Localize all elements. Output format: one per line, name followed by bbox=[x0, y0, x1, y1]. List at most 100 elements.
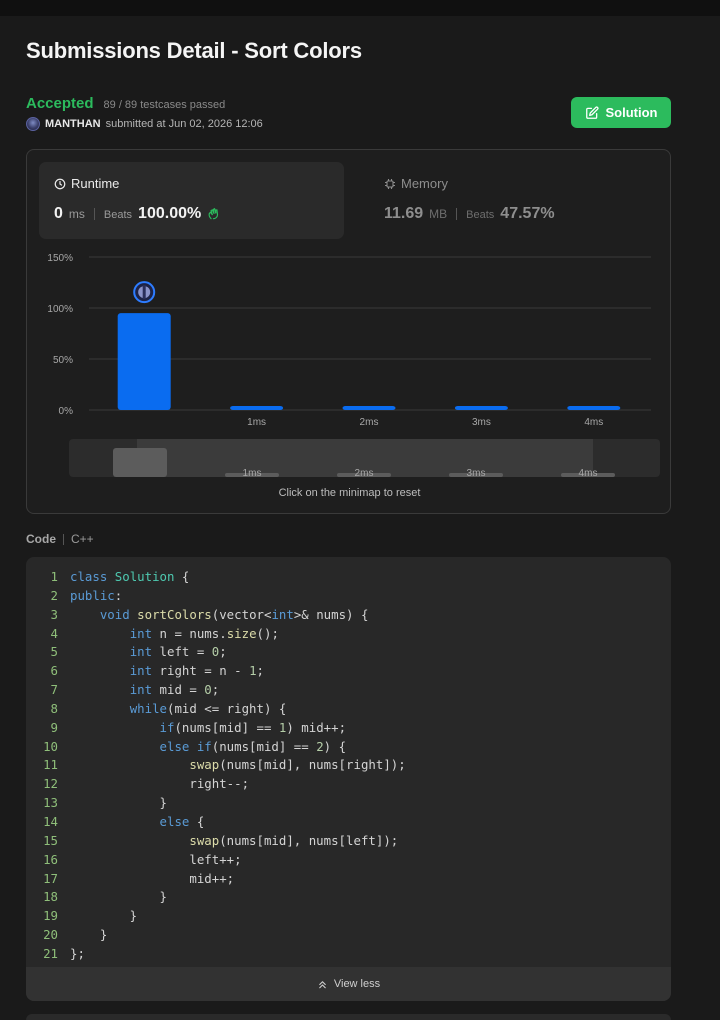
line-number: 7 bbox=[50, 682, 58, 698]
minimap-label: 1ms bbox=[243, 468, 262, 479]
line-number: 1 bbox=[50, 569, 58, 584]
code-text: public: bbox=[70, 587, 123, 603]
submission-status: Accepted 89 / 89 testcases passed bbox=[26, 95, 225, 112]
code-line: 5 int left = 0; bbox=[26, 644, 671, 663]
line-number: 14 bbox=[43, 813, 58, 829]
chip-icon bbox=[385, 178, 395, 189]
runtime-value: 0 bbox=[54, 205, 63, 222]
code-text: } bbox=[70, 795, 167, 811]
code-text: else { bbox=[159, 813, 205, 829]
line-number: 19 bbox=[43, 908, 58, 924]
line-number: 13 bbox=[43, 795, 58, 811]
avatar-figure bbox=[142, 285, 146, 300]
memory-label-row: Memory bbox=[384, 176, 448, 191]
minimap-hint: Click on the minimap to reset bbox=[278, 487, 421, 499]
minimap-bar bbox=[113, 448, 167, 477]
next-section-edge bbox=[26, 1014, 671, 1020]
runtime-label: Runtime bbox=[71, 176, 120, 191]
clapping-hands-icon bbox=[208, 207, 219, 220]
code-line: 4 int n = nums.size(); bbox=[26, 626, 671, 645]
memory-unit: MB bbox=[429, 207, 448, 221]
code-line: 15 swap(nums[mid], nums[left]); bbox=[26, 833, 671, 852]
code-line: 9 if(nums[mid] == 1) mid++; bbox=[26, 720, 671, 739]
line-number: 16 bbox=[43, 851, 58, 867]
code-text: while(mid <= right) { bbox=[129, 700, 287, 716]
line-number: 3 bbox=[50, 606, 58, 622]
memory-label: Memory bbox=[401, 176, 448, 191]
runtime-value-row: 0 ms Beats 100.00% bbox=[54, 205, 221, 223]
code-line: 10 else if(nums[mid] == 2) { bbox=[26, 739, 671, 758]
code-line: 7 int mid = 0; bbox=[26, 682, 671, 701]
code-line: 6 int right = n - 1; bbox=[26, 663, 671, 682]
page-title: Submissions Detail - Sort Colors bbox=[26, 38, 362, 63]
code-text: } bbox=[70, 889, 167, 905]
code-text: } bbox=[70, 908, 138, 924]
divider bbox=[63, 533, 64, 545]
memory-beats-value: 47.57% bbox=[500, 205, 555, 222]
x-tick-label: 1ms bbox=[247, 417, 266, 428]
line-number: 8 bbox=[50, 700, 58, 716]
y-tick-label: 0% bbox=[59, 406, 74, 417]
y-tick-label: 150% bbox=[47, 253, 73, 264]
memory-beats-label: Beats bbox=[466, 209, 495, 221]
avatar[interactable] bbox=[26, 117, 40, 131]
code-text: swap(nums[mid], nums[right]); bbox=[189, 757, 406, 773]
view-less-button[interactable]: View less bbox=[26, 967, 671, 1001]
runtime-unit: ms bbox=[68, 207, 85, 221]
minimap-label: 3ms bbox=[467, 468, 486, 479]
code-text: int mid = 0; bbox=[129, 682, 220, 698]
double-chevron-up-icon bbox=[319, 980, 326, 988]
line-number: 15 bbox=[43, 832, 58, 848]
code-text: class Solution { bbox=[70, 569, 190, 584]
chart-bar bbox=[230, 406, 284, 410]
code-header: Code C++ bbox=[26, 532, 94, 546]
runtime-beats-value: 100.00% bbox=[138, 205, 202, 222]
line-number: 2 bbox=[50, 587, 58, 603]
x-tick-label: 3ms bbox=[472, 417, 491, 428]
code-text: void sortColors(vector<int>& nums) { bbox=[99, 606, 369, 622]
solution-button[interactable]: Solution bbox=[571, 97, 671, 128]
code-line: 18 } bbox=[26, 889, 671, 908]
performance-panel: Runtime 0 ms Beats 100.00% Memory 11.69 … bbox=[26, 149, 671, 514]
line-number: 18 bbox=[43, 889, 58, 905]
code-line: 13 } bbox=[26, 795, 671, 814]
line-number: 21 bbox=[43, 945, 58, 961]
runtime-distribution-chart[interactable]: 150% 100% 50% 0% 1ms 2ms 3ms 4ms 1ms 2ms 3ms 4ms bbox=[27, 240, 672, 485]
code-text: left++; bbox=[70, 851, 242, 867]
code-text: if(nums[mid] == 1) mid++; bbox=[159, 719, 347, 735]
line-number: 11 bbox=[43, 757, 58, 773]
code-text: mid++; bbox=[70, 870, 235, 886]
minimap-label: 2ms bbox=[355, 468, 374, 479]
x-tick-label: 2ms bbox=[360, 417, 379, 428]
username-link[interactable]: MANTHAN bbox=[45, 118, 101, 130]
runtime-beats-label: Beats bbox=[103, 209, 133, 221]
line-number: 10 bbox=[43, 738, 58, 754]
chart-bar bbox=[454, 406, 508, 410]
code-language: C++ bbox=[71, 532, 94, 546]
solution-label: Solution bbox=[605, 105, 658, 120]
code-line: 19 } bbox=[26, 908, 671, 927]
code-block[interactable]: 1 class Solution { 2 public: 3 void sortColo… bbox=[26, 557, 671, 1001]
line-number: 9 bbox=[50, 719, 58, 735]
code-lines: 1 class Solution { 2 public: 3 void sortColo… bbox=[26, 569, 671, 965]
code-text: swap(nums[mid], nums[left]); bbox=[189, 832, 399, 848]
runtime-card[interactable]: Runtime 0 ms Beats 100.00% bbox=[39, 162, 344, 239]
submitted-time: submitted at Jun 02, 2026 12:06 bbox=[105, 118, 263, 130]
line-number: 20 bbox=[43, 927, 58, 943]
memory-card[interactable]: Memory 11.69 MB Beats 47.57% bbox=[369, 162, 659, 239]
code-line: 20 } bbox=[26, 927, 671, 946]
code-line: 8 while(mid <= right) { bbox=[26, 701, 671, 720]
line-number: 17 bbox=[43, 870, 58, 886]
line-number: 4 bbox=[50, 625, 58, 641]
submitter-info: MANTHAN submitted at Jun 02, 2026 12:06 bbox=[26, 117, 263, 131]
top-bar bbox=[0, 0, 720, 16]
status-accepted: Accepted bbox=[26, 95, 94, 112]
code-text: int left = 0; bbox=[129, 644, 227, 660]
chart-bar bbox=[567, 406, 621, 410]
minimap-label: 4ms bbox=[579, 468, 598, 479]
code-text: int n = nums.size(); bbox=[129, 625, 279, 641]
code-line: 12 right--; bbox=[26, 776, 671, 795]
y-tick-label: 100% bbox=[47, 304, 73, 315]
line-number: 5 bbox=[50, 644, 58, 660]
divider bbox=[93, 208, 95, 220]
